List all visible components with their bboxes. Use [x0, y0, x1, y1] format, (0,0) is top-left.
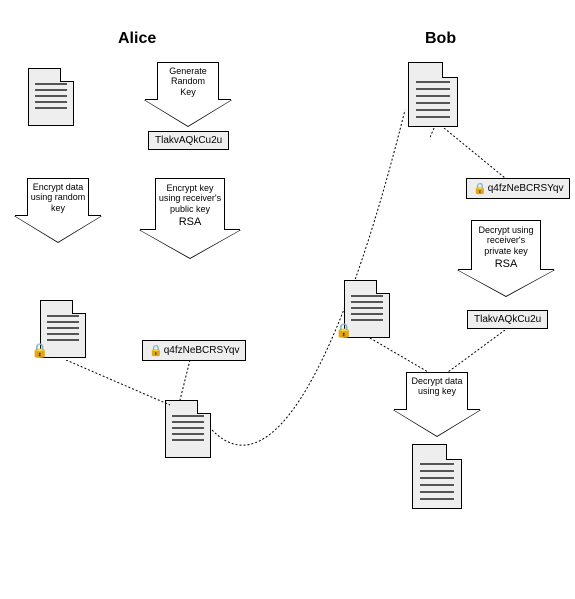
bob-merge-lines [370, 330, 530, 380]
keybox-random-key-bob-text: TlakvAQkCu2u [474, 314, 541, 325]
arrow-encrypt-key-rsa: RSA [156, 216, 224, 229]
title-bob: Bob [425, 30, 456, 48]
alice-merge-lines [60, 360, 240, 420]
arrow-decrypt-key-label: Decrypt using receiver's private key [478, 225, 533, 256]
doc-bob-plaintext [412, 444, 462, 509]
keybox-random-key-alice: TlakvAQkCu2u [148, 131, 229, 150]
arrow-generate-key-label: Generate Random Key [169, 66, 207, 97]
arrow-decrypt-key-rsa: RSA [472, 258, 540, 271]
arrow-generate-key: Generate Random Key [145, 62, 231, 126]
arrow-encrypt-key-label: Encrypt key using receiver's public key [159, 183, 221, 214]
doc-alice-ciphertext: 🔒 [40, 300, 86, 358]
arrow-decrypt-data: Decrypt data using key [394, 372, 480, 436]
lock-icon: 🔒 [31, 343, 45, 357]
keybox-encrypted-key-alice: 🔒q4fzNeBCRSYqv [142, 340, 246, 361]
lock-icon: 🔒 [149, 344, 163, 357]
arrow-decrypt-key: Decrypt using receiver's private key RSA [458, 220, 554, 292]
doc-alice-plaintext [28, 68, 74, 126]
keybox-random-key-bob: TlakvAQkCu2u [467, 310, 548, 329]
arrow-encrypt-data: Encrypt data using random key [15, 178, 101, 242]
arrow-encrypt-key: Encrypt key using receiver's public key … [140, 178, 240, 250]
keybox-encrypted-key-alice-text: q4fzNeBCRSYqv [164, 345, 240, 356]
arrow-encrypt-data-label: Encrypt data using random key [31, 182, 86, 213]
keybox-random-key-alice-text: TlakvAQkCu2u [155, 135, 222, 146]
bob-split-lines [430, 128, 530, 188]
doc-bob-bundle [408, 62, 458, 127]
title-alice: Alice [118, 30, 156, 48]
diagram-canvas: Alice Bob Generate Random Key TlakvAQkCu… [0, 0, 575, 599]
lock-icon: 🔒 [335, 323, 349, 337]
